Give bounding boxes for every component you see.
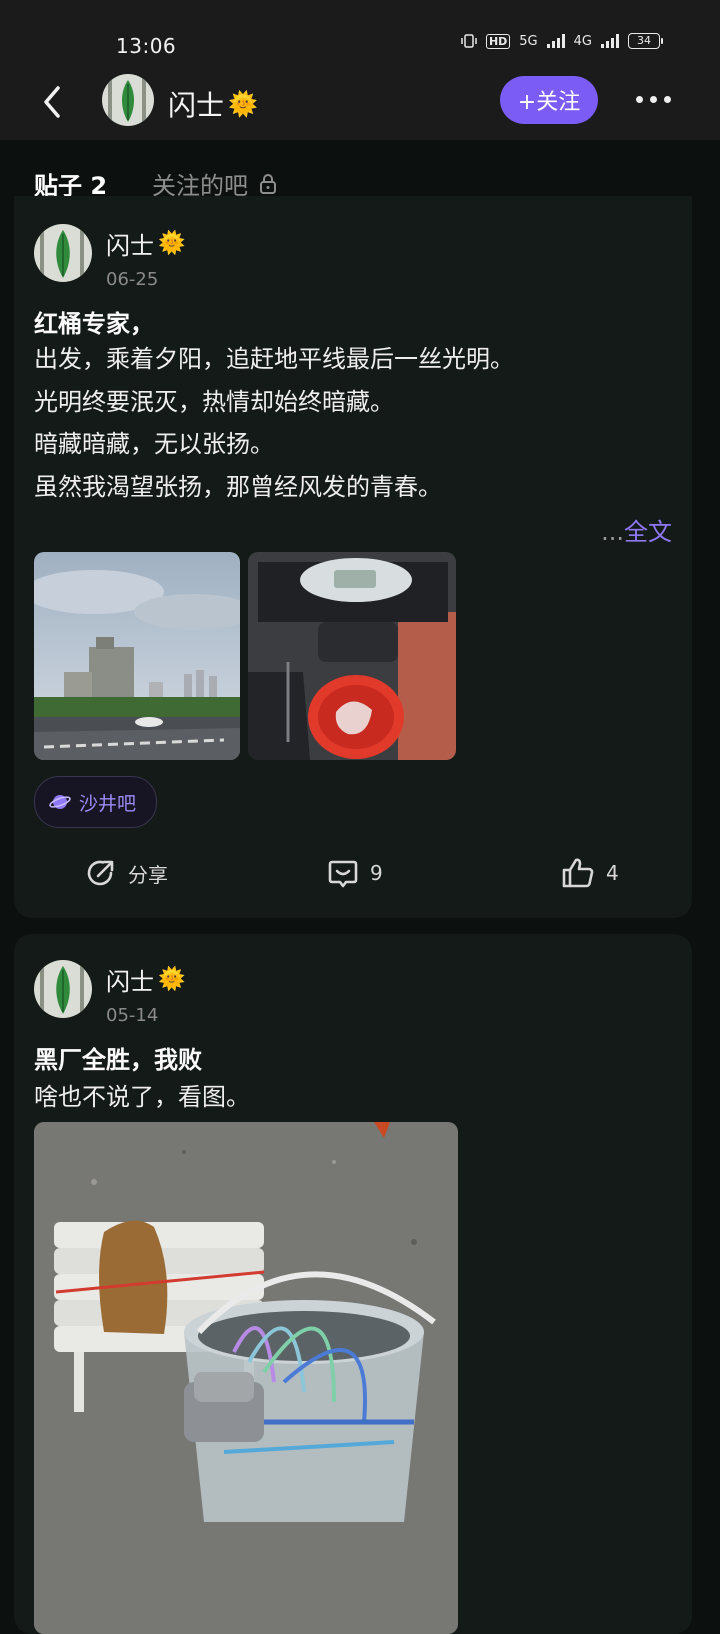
post-body: 啥也不说了，看图。 xyxy=(34,1076,250,1119)
signal-icon xyxy=(546,34,565,48)
read-full-label: 全文 xyxy=(624,518,672,546)
ellipsis: ... xyxy=(601,518,624,546)
read-full-link[interactable]: ...全文 xyxy=(601,512,672,547)
post-image-scooter[interactable] xyxy=(248,552,456,760)
planet-icon xyxy=(49,795,71,809)
author-avatar[interactable] xyxy=(34,224,92,282)
sun-badge-icon: 🌞 xyxy=(158,967,186,992)
post-image-bucket[interactable] xyxy=(34,1122,458,1634)
network-4g-label: 4G xyxy=(573,33,592,49)
comment-icon xyxy=(328,860,358,888)
status-icons: HD 5G 4G 34 xyxy=(461,33,663,49)
post-author[interactable]: 闪士 🌞 06-25 xyxy=(34,224,185,290)
post-date: 06-25 xyxy=(106,269,159,290)
author-name: 闪士 🌞 xyxy=(106,962,185,997)
thumbs-up-icon xyxy=(562,858,594,888)
vibrate-icon xyxy=(461,34,477,48)
header-username-text: 闪士 xyxy=(168,89,225,122)
post-author[interactable]: 闪士 🌞 05-14 xyxy=(34,960,185,1026)
share-icon xyxy=(87,860,114,886)
author-name-text: 闪士 xyxy=(106,232,154,260)
post-title: 黑厂全胜，我败 xyxy=(34,1046,202,1074)
post-card[interactable]: 闪士 🌞 05-14 黑厂全胜，我败 啥也不说了，看图。 xyxy=(14,934,692,1634)
post-body: 出发，乘着夕阳，追赶地平线最后一丝光明。 光明终要泯灭，热情却始终暗藏。 暗藏暗… xyxy=(34,338,514,508)
header-avatar[interactable] xyxy=(102,74,154,126)
post-card[interactable]: 闪士 🌞 06-25 红桶专家， 出发，乘着夕阳，追赶地平线最后一丝光明。 光明… xyxy=(14,196,692,918)
post-line: 出发，乘着夕阳，追赶地平线最后一丝光明。 xyxy=(34,345,514,373)
author-name-text: 闪士 xyxy=(106,968,154,996)
post-line: 虽然我渴望张扬，那曾经风发的青春。 xyxy=(34,472,442,501)
sun-badge-icon: 🌞 xyxy=(158,231,186,256)
lock-icon xyxy=(260,173,276,194)
signal-icon-2 xyxy=(601,34,619,48)
bar-chip-label: 沙井吧 xyxy=(79,792,137,815)
network-5g-label: 5G xyxy=(519,33,538,49)
bar-chip[interactable]: 沙井吧 xyxy=(34,776,158,828)
comment-button[interactable]: 9 xyxy=(326,856,383,890)
battery-icon: 34 xyxy=(628,33,663,49)
hd-badge: HD xyxy=(485,33,511,49)
post-date: 05-14 xyxy=(106,1005,159,1026)
author-avatar[interactable] xyxy=(34,960,92,1018)
back-arrow-icon[interactable] xyxy=(38,82,68,122)
like-count: 4 xyxy=(606,861,619,885)
post-line: 暗藏暗藏，无以张扬。 xyxy=(34,430,274,458)
post-line: 啥也不说了，看图。 xyxy=(34,1083,250,1111)
share-button[interactable]: 分享 xyxy=(84,856,168,890)
post-image-cityscape[interactable] xyxy=(34,552,240,760)
sun-badge-icon: 🌞 xyxy=(228,90,258,118)
post-title: 红桶专家， xyxy=(34,310,154,338)
comment-count: 9 xyxy=(370,861,383,885)
share-label: 分享 xyxy=(128,862,168,887)
follow-button[interactable]: +关注 xyxy=(500,76,598,124)
header-username: 闪士 🌞 xyxy=(168,84,258,124)
post-line: 光明终要泯灭，热情却始终暗藏。 xyxy=(34,387,394,416)
more-options-icon[interactable] xyxy=(636,96,671,103)
author-name: 闪士 🌞 xyxy=(106,226,185,261)
like-button[interactable]: 4 xyxy=(560,856,619,890)
status-time: 13:06 xyxy=(116,34,177,58)
top-bar: 13:06 HD 5G 4G 34 闪士 🌞 +关注 xyxy=(0,0,720,140)
